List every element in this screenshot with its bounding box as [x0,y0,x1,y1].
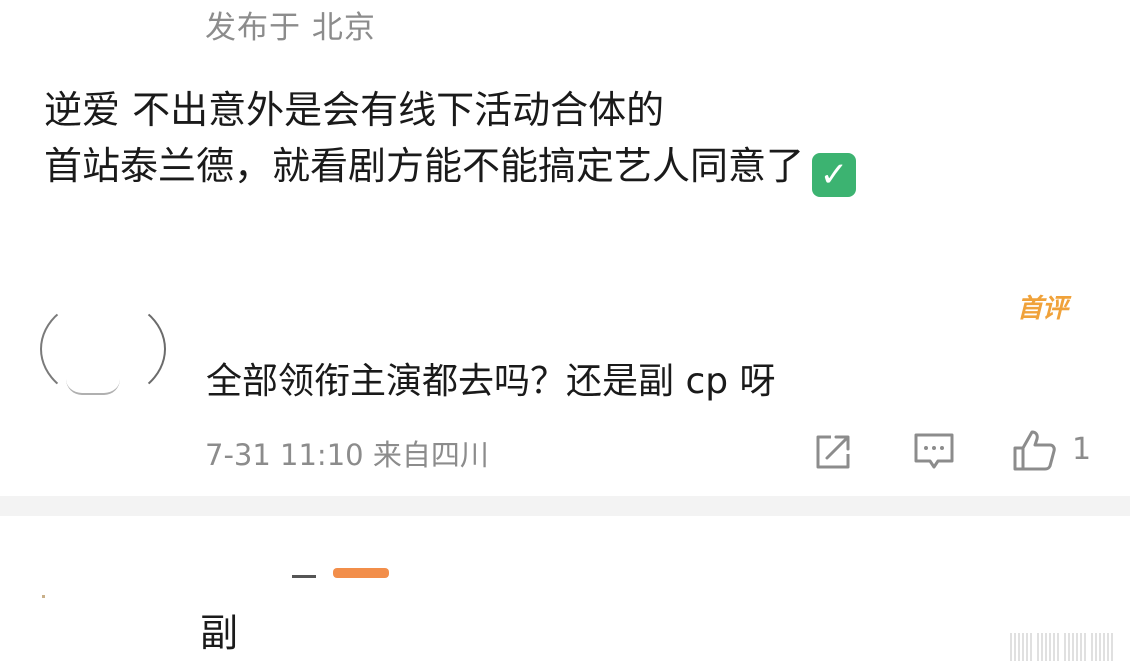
comment-meta: 7-31 11:10 来自四川 [205,438,489,472]
post-location: 发布于 北京 [205,10,376,46]
post-line-2-text: 首站泰兰德，就看剧方能不能搞定艺人同意了 [44,144,805,188]
post-line-2: 首站泰兰德，就看剧方能不能搞定艺人同意了 ✓ [44,138,1104,197]
reply-username-mark [292,575,316,578]
post-line-1: 逆爱 不出意外是会有线下活动合体的 [44,88,665,132]
watermark-logo [1010,630,1122,664]
white-check-mark-icon: ✓ [812,153,857,197]
watermark-glyph [1064,633,1088,661]
section-divider [0,496,1130,516]
thumbs-up-icon[interactable] [1011,428,1057,472]
avatar-detail [66,379,120,395]
post-content: 逆爱 不出意外是会有线下活动合体的 首站泰兰德，就看剧方能不能搞定艺人同意了 ✓ [44,82,1104,197]
comment-text: 全部领衔主演都去吗？还是副 cp 呀 [206,361,776,402]
watermark-glyph [1037,633,1061,661]
share-icon[interactable] [813,432,853,472]
first-comment-badge: 首评 [1017,294,1068,324]
reply-user-badge [333,568,389,578]
reply-avatar[interactable] [42,595,45,598]
watermark-glyph [1091,633,1115,661]
like-count: 1 [1072,432,1092,467]
reply-text: 副 [200,611,239,655]
reply-comment-icon[interactable] [913,432,955,472]
watermark-glyph [1010,633,1034,661]
